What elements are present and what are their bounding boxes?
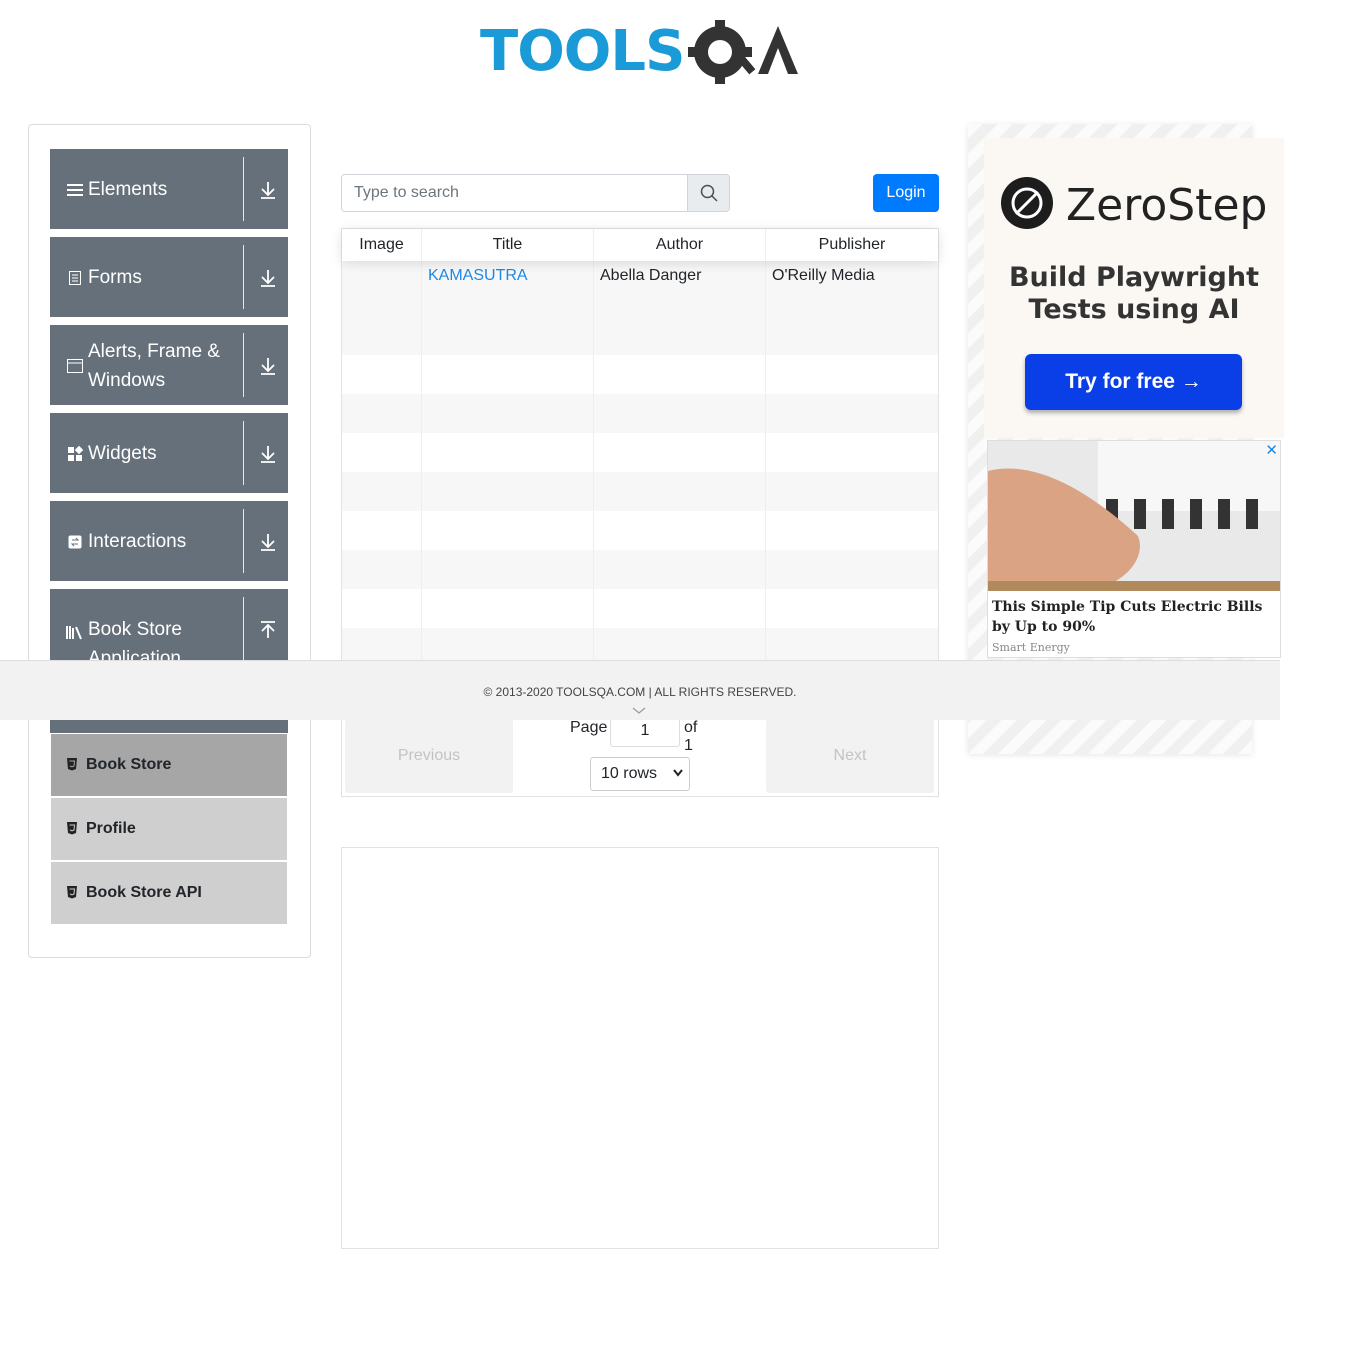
copyright-text: © 2013-2020 TOOLSQA.COM | ALL RIGHTS RES… — [483, 685, 797, 699]
left-sidebar: Elements Forms Alerts, Frame & Windows W… — [28, 124, 311, 958]
page-label: Page — [570, 719, 608, 736]
pagination: Previous Page 1 of 1 10 rows Next — [342, 715, 938, 797]
rows-per-page-select[interactable]: 10 rows — [590, 757, 690, 791]
energy-ad[interactable]: ✕ This Simple Tip Cuts Electric Bills by… — [987, 440, 1281, 658]
html5-icon — [66, 885, 80, 901]
table-row — [342, 550, 938, 589]
search-icon — [700, 184, 718, 202]
ad-tagline-line: Build Playwright — [1008, 262, 1260, 293]
download-arrow-icon[interactable] — [256, 266, 280, 290]
sidebar-item-label: Book Store API — [86, 884, 202, 901]
login-button[interactable]: Login — [873, 174, 939, 212]
search-button[interactable] — [687, 175, 729, 211]
divider — [243, 509, 244, 573]
sidebar-group-label: Alerts, Frame & Windows — [88, 341, 220, 391]
upload-arrow-icon[interactable] — [256, 618, 280, 642]
divider — [243, 597, 244, 661]
sidebar-item-label: Book Store — [86, 756, 172, 773]
ad-tagline: Build Playwright Tests using AI — [984, 262, 1284, 326]
download-arrow-icon[interactable] — [256, 530, 280, 554]
divider — [243, 421, 244, 485]
page: TOOLS Elements Forms Alerts, Frame & Win… — [0, 0, 1358, 1349]
table-body: KAMASUTRA Abella Danger O'Reilly Media — [342, 261, 938, 667]
sidebar-group-elements[interactable]: Elements — [50, 149, 288, 229]
table-row — [342, 394, 938, 433]
ad-image — [988, 441, 1280, 591]
sidebar-group-widgets[interactable]: Widgets — [50, 413, 288, 493]
sidebar-item-book-store-api[interactable]: Book Store API — [51, 862, 287, 924]
download-arrow-icon[interactable] — [256, 442, 280, 466]
sidebar-item-book-store[interactable]: Book Store — [51, 734, 287, 796]
sidebar-group-alerts[interactable]: Alerts, Frame & Windows — [50, 325, 288, 405]
cell-author: Abella Danger — [594, 261, 766, 355]
sidebar-group-forms[interactable]: Forms — [50, 237, 288, 317]
ad-source: Smart Energy — [992, 641, 1070, 654]
chevron-down-icon[interactable] — [632, 707, 646, 715]
table-row: KAMASUTRA Abella Danger O'Reilly Media — [342, 261, 938, 355]
window-icon — [66, 357, 84, 375]
next-button[interactable]: Next — [766, 719, 934, 793]
ad-tagline-line: Tests using AI — [1028, 294, 1240, 325]
rows-per-page-value: 10 rows — [601, 765, 658, 782]
column-header-author[interactable]: Author — [594, 229, 766, 261]
ad-headline[interactable]: This Simple Tip Cuts Electric Bills by U… — [992, 597, 1278, 637]
widgets-icon — [66, 445, 84, 463]
document-icon — [66, 269, 84, 287]
previous-button[interactable]: Previous — [345, 719, 513, 793]
table-header: Image Title Author Publisher — [342, 229, 938, 261]
sidebar-group-interactions[interactable]: Interactions — [50, 501, 288, 581]
try-for-free-button[interactable]: Try for free → — [1025, 354, 1242, 410]
zerostep-ad[interactable]: ZeroStep Build Playwright Tests using AI… — [984, 138, 1284, 438]
sidebar-group-label: Elements — [88, 179, 168, 200]
sidebar-group-label: Forms — [88, 267, 142, 288]
download-arrow-icon[interactable] — [256, 178, 280, 202]
search-box — [341, 174, 730, 212]
html5-icon — [66, 821, 80, 837]
download-arrow-icon[interactable] — [256, 354, 280, 378]
html5-icon — [66, 757, 80, 773]
divider — [243, 157, 244, 221]
cell-publisher: O'Reilly Media — [772, 267, 875, 284]
hamburger-icon — [66, 181, 84, 199]
sidebar-group-label: Widgets — [88, 443, 157, 464]
interactions-icon — [66, 533, 84, 551]
toolsqa-logo[interactable]: TOOLS — [480, 14, 810, 92]
ad-brand: ZeroStep — [1066, 180, 1268, 231]
search-input[interactable] — [342, 175, 687, 211]
column-header-title[interactable]: Title — [422, 229, 594, 261]
zerostep-logo-icon — [1001, 177, 1053, 229]
chevron-down-icon — [673, 769, 683, 777]
book-title-link[interactable]: KAMASUTRA — [428, 267, 528, 284]
close-icon[interactable]: ✕ — [1265, 441, 1278, 459]
sidebar-item-label: Profile — [86, 820, 136, 837]
page-total: of 1 — [684, 719, 698, 754]
divider — [243, 333, 244, 397]
table-row — [342, 511, 938, 550]
column-header-publisher[interactable]: Publisher — [766, 229, 938, 261]
sidebar-item-profile[interactable]: Profile — [51, 798, 287, 860]
table-row — [342, 589, 938, 628]
svg-text:TOOLS: TOOLS — [480, 19, 684, 84]
divider — [243, 245, 244, 309]
footer: © 2013-2020 TOOLSQA.COM | ALL RIGHTS RES… — [0, 660, 1280, 720]
library-icon — [66, 623, 84, 641]
table-row — [342, 472, 938, 511]
sidebar-group-label: Interactions — [88, 531, 187, 552]
cell-image — [342, 261, 422, 355]
column-header-image[interactable]: Image — [342, 229, 422, 261]
empty-content-box — [341, 847, 939, 1249]
table-row — [342, 355, 938, 394]
table-row — [342, 433, 938, 472]
cell-title: KAMASUTRA — [422, 261, 594, 355]
